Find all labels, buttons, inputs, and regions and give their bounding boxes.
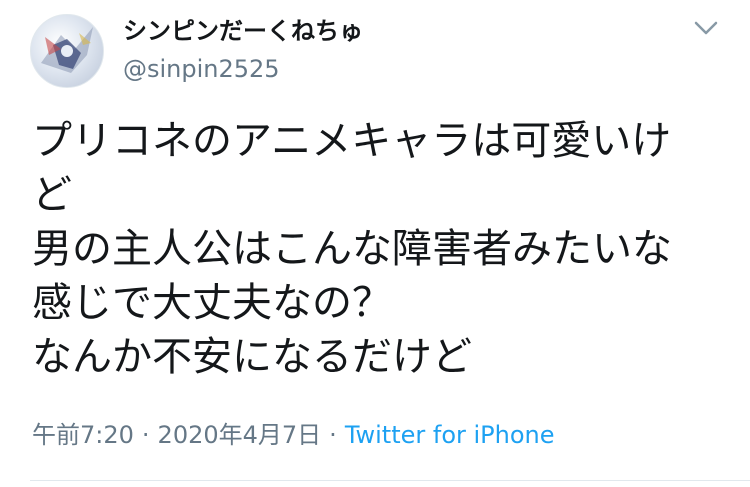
tweet-metadata: 午前7:20 · 2020年4月7日 · Twitter for iPhone bbox=[32, 418, 555, 452]
tweet-source-link[interactable]: Twitter for iPhone bbox=[345, 421, 555, 449]
avatar-image bbox=[41, 27, 93, 73]
separator: · bbox=[141, 421, 150, 449]
tweet-text: プリコネのアニメキャラは可愛いけ ど 男の主人公はこんな障害者みたいな 感じで大… bbox=[32, 114, 722, 384]
tweet: シンピンだーくねちゅ @sinpin2525 プリコネのアニメキャラは可愛いけ … bbox=[0, 0, 750, 487]
tweet-time[interactable]: 午前7:20 bbox=[32, 421, 134, 449]
divider bbox=[30, 480, 750, 481]
tweet-text-line: プリコネのアニメキャラは可愛いけ bbox=[32, 118, 672, 164]
tweet-date[interactable]: 2020年4月7日 bbox=[158, 421, 322, 449]
chevron-down-icon[interactable] bbox=[693, 18, 719, 38]
tweet-text-line: 感じで大丈夫なの？ bbox=[32, 280, 392, 326]
display-name[interactable]: シンピンだーくねちゅ bbox=[123, 14, 363, 48]
tweet-text-line: 男の主人公はこんな障害者みたいな bbox=[32, 226, 672, 272]
tweet-text-line: ど bbox=[32, 172, 72, 218]
separator: · bbox=[329, 421, 337, 449]
avatar[interactable] bbox=[30, 14, 104, 88]
user-handle[interactable]: @sinpin2525 bbox=[123, 53, 280, 85]
tweet-text-line: なんか不安になるだけど bbox=[32, 334, 472, 380]
